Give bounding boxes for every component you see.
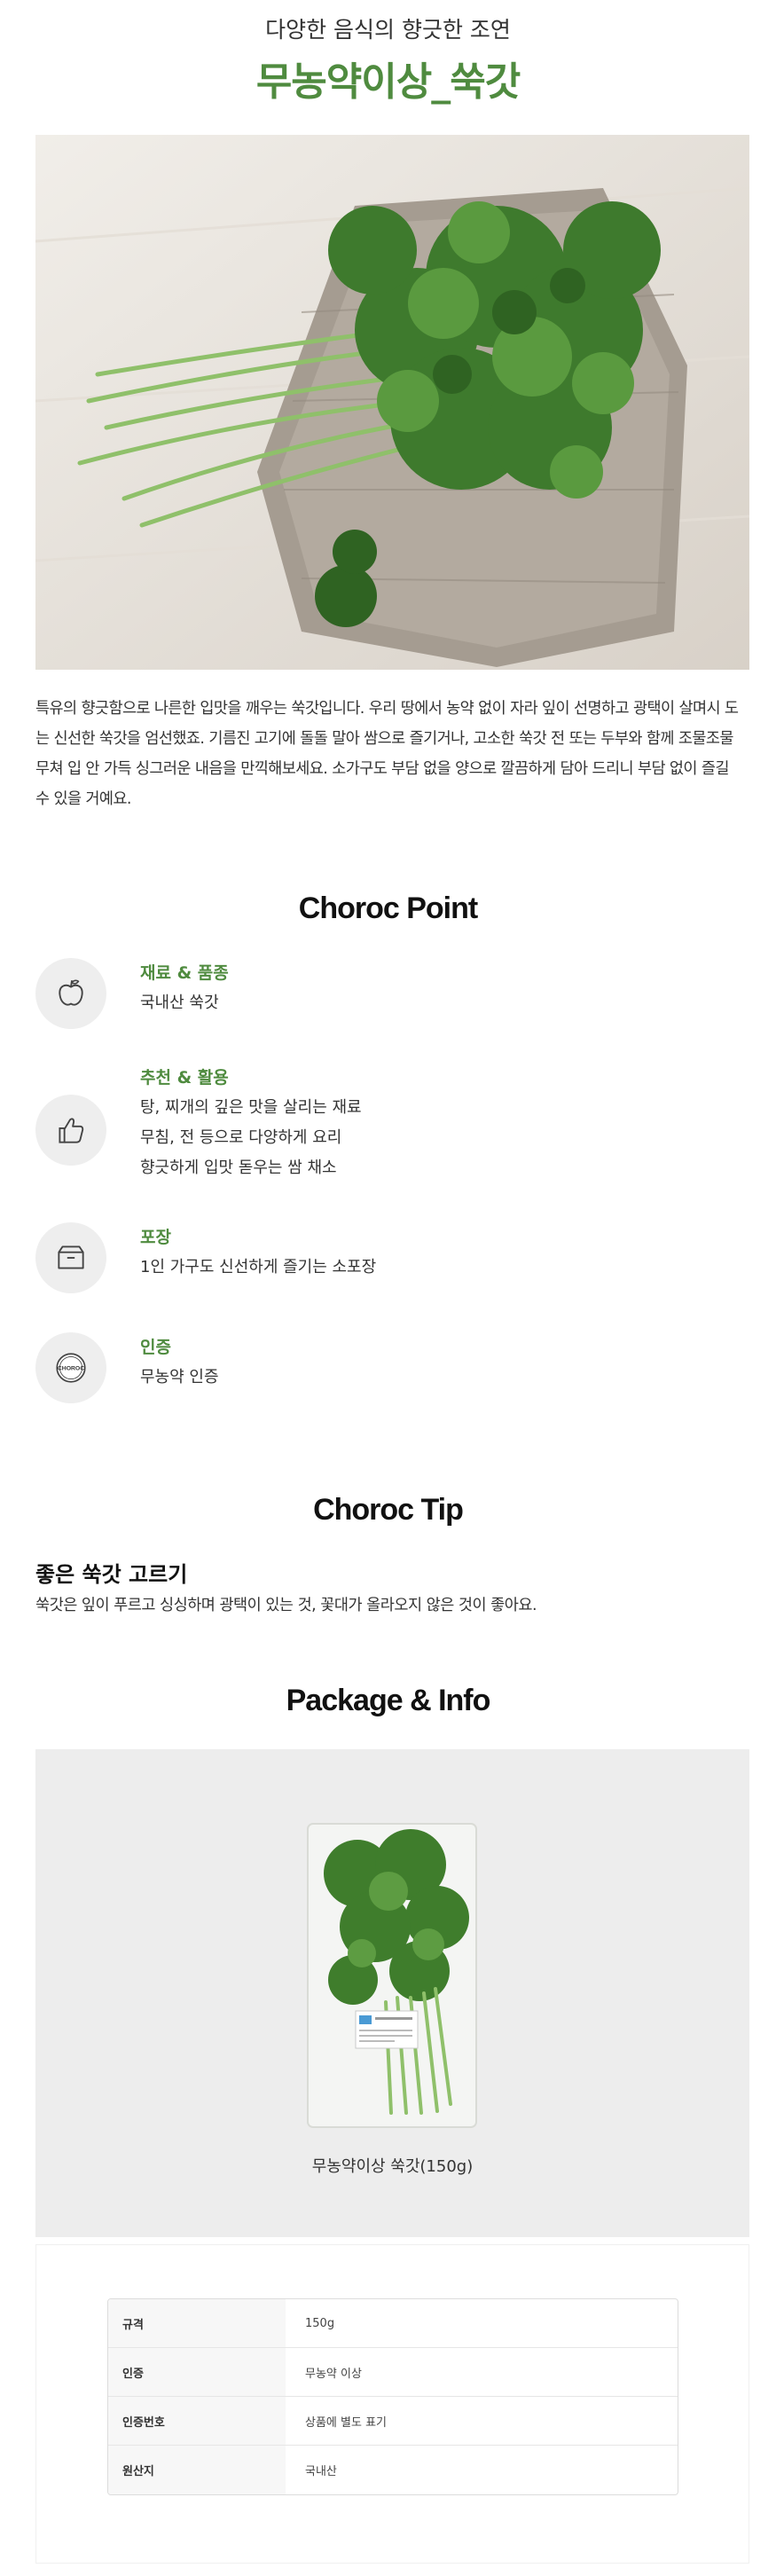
point-icon-circle (35, 1222, 106, 1293)
package-caption: 무농약이상 쑥갓(150g) (311, 2157, 474, 2176)
tip-heading: 좋은 쑥갓 고르기 (35, 1562, 188, 1587)
package-image-area: 무농약이상 쑥갓(150g) (35, 1749, 749, 2237)
point-line: 1인 가구도 신선하게 즐기는 소포장 (140, 1258, 377, 1276)
box-icon (58, 1245, 84, 1269)
point-text: 인증 무농약 인증 (140, 1332, 219, 1393)
info-table: 규격 150g 인증 무농약 이상 인증번호 상품에 별도 표기 원산지 국내산 (107, 2298, 678, 2495)
info-value: 150g (305, 2316, 335, 2330)
info-section: 규격 150g 인증 무농약 이상 인증번호 상품에 별도 표기 원산지 국내산 (35, 2244, 749, 2564)
info-value: 국내산 (305, 2465, 337, 2478)
point-label: 인증 (140, 1338, 171, 1357)
table-row: 규격 150g (108, 2299, 678, 2348)
point-text: 재료 & 품종 국내산 쑥갓 (140, 958, 229, 1018)
point-item-ingredient: 재료 & 품종 국내산 쑥갓 (35, 958, 745, 1056)
tip-body: 쑥갓은 잎이 푸르고 싱싱하며 광택이 있는 것, 꽃대가 올라오지 않은 것이… (35, 1597, 537, 1614)
point-label: 포장 (140, 1228, 171, 1247)
point-line: 향긋하게 입맛 돋우는 쌈 채소 (140, 1158, 337, 1177)
apple-icon (59, 979, 83, 1006)
product-subtitle: 다양한 음식의 향긋한 조연 (265, 17, 511, 43)
info-key: 규격 (108, 2299, 286, 2347)
choroc-seal-icon: CHOROC (56, 1353, 86, 1383)
info-key: 원산지 (108, 2446, 286, 2494)
point-icon-circle (35, 1095, 106, 1166)
product-description: 특유의 향긋함으로 나른한 입맛을 깨우는 쑥갓입니다. 우리 땅에서 농약 없… (35, 700, 739, 808)
point-line: 무침, 전 등으로 다양하게 요리 (140, 1128, 342, 1147)
seal-text: CHOROC (58, 1366, 84, 1372)
point-line: 무농약 인증 (140, 1368, 219, 1386)
info-key: 인증 (108, 2348, 286, 2396)
point-line: 탕, 찌개의 깊은 맛을 살리는 재료 (140, 1098, 362, 1117)
info-key: 인증번호 (108, 2397, 286, 2445)
point-item-package: 포장 1인 가구도 신선하게 즐기는 소포장 (35, 1222, 745, 1320)
point-line: 국내산 쑥갓 (140, 993, 219, 1012)
point-label: 재료 & 품종 (140, 963, 229, 983)
package-bag-image (307, 1823, 477, 2128)
product-detail-page: 다양한 음식의 향긋한 조연 무농약이상_쑥갓 특유의 향긋함으로 나른한 입맛… (0, 0, 776, 2576)
point-icon-circle: CHOROC (35, 1332, 106, 1403)
point-section-title: Choroc Point (298, 891, 478, 925)
point-label: 추천 & 활용 (140, 1068, 229, 1088)
hero-image (35, 135, 749, 670)
table-row: 인증번호 상품에 별도 표기 (108, 2397, 678, 2446)
info-value: 상품에 별도 표기 (305, 2415, 387, 2430)
table-row: 인증 무농약 이상 (108, 2348, 678, 2397)
info-value: 무농약 이상 (305, 2367, 362, 2381)
point-icon-circle (35, 958, 106, 1029)
package-section-title: Package & Info (286, 1684, 491, 1717)
tip-section-title: Choroc Tip (313, 1493, 464, 1527)
point-text: 추천 & 활용 탕, 찌개의 깊은 맛을 살리는 재료 무침, 전 등으로 다양… (140, 1063, 362, 1183)
point-item-recommend: 추천 & 활용 탕, 찌개의 깊은 맛을 살리는 재료 무침, 전 등으로 다양… (35, 1063, 745, 1196)
thumbs-up-icon (59, 1118, 84, 1143)
point-text: 포장 1인 가구도 신선하게 즐기는 소포장 (140, 1222, 376, 1283)
product-title: 무농약이상_쑥갓 (255, 59, 521, 105)
point-item-certification: CHOROC 인증 무농약 인증 (35, 1332, 745, 1430)
crown-daisy-photo (35, 135, 749, 670)
table-row: 원산지 국내산 (108, 2446, 678, 2494)
